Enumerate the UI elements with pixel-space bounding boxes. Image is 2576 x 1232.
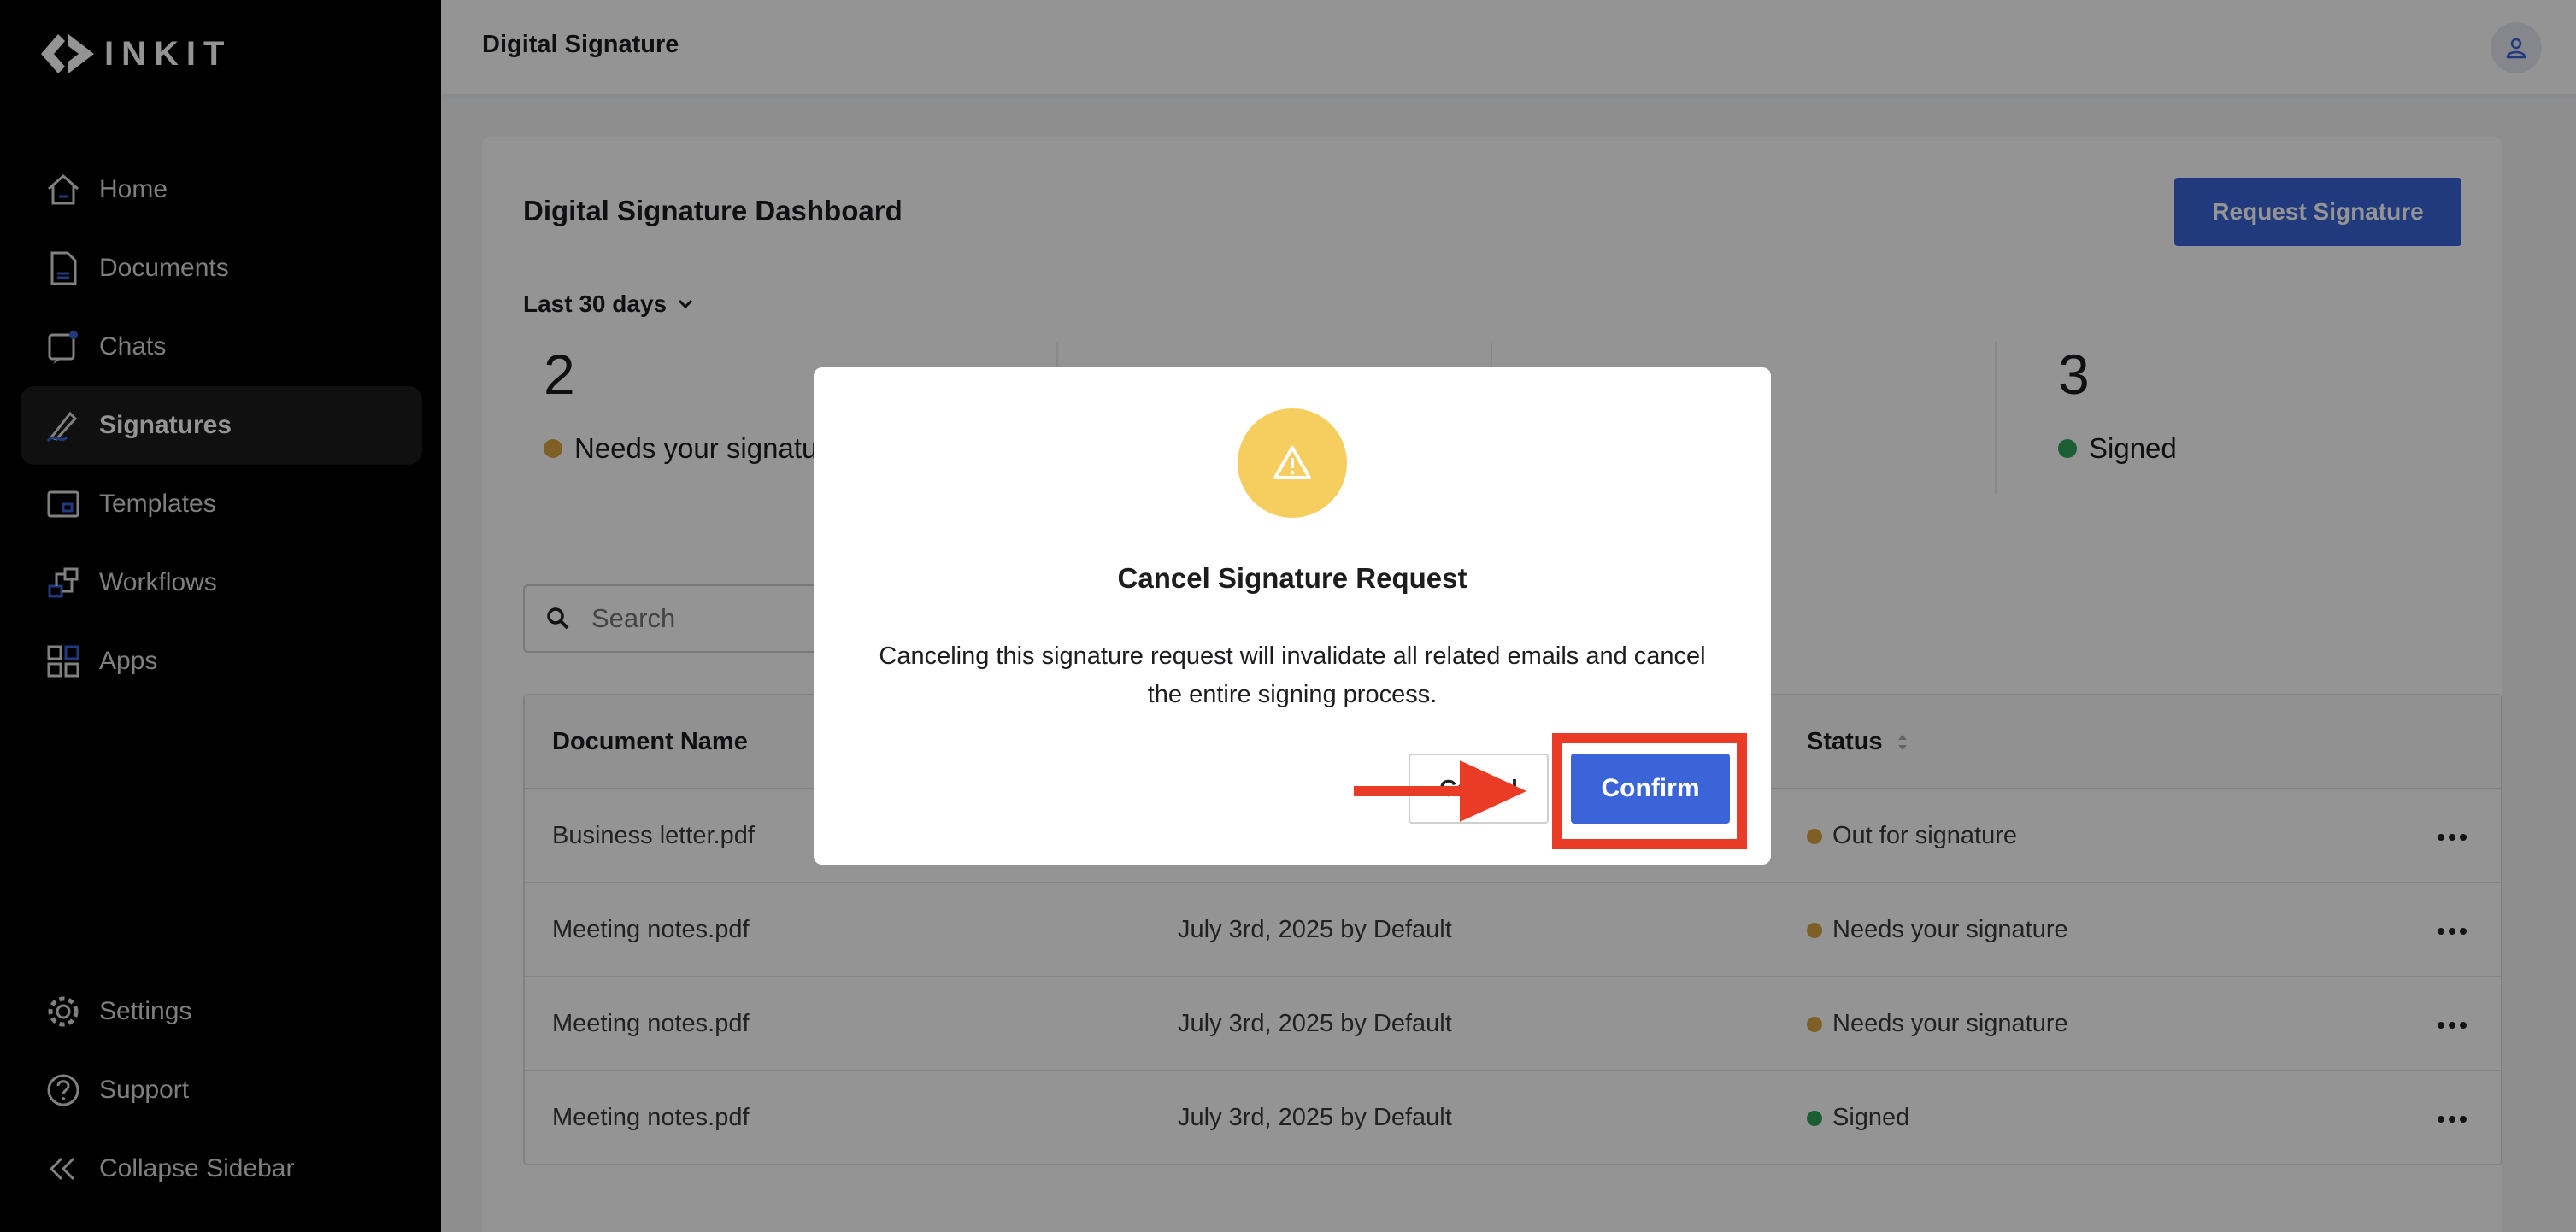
modal-title: Cancel Signature Request <box>1117 562 1467 594</box>
annotation-highlight-box <box>1552 733 1747 849</box>
modal-message: Canceling this signature request will in… <box>879 642 1706 708</box>
annotation-arrow-icon <box>1354 760 1526 822</box>
warning-badge <box>1238 408 1347 518</box>
warning-icon <box>1273 446 1311 479</box>
